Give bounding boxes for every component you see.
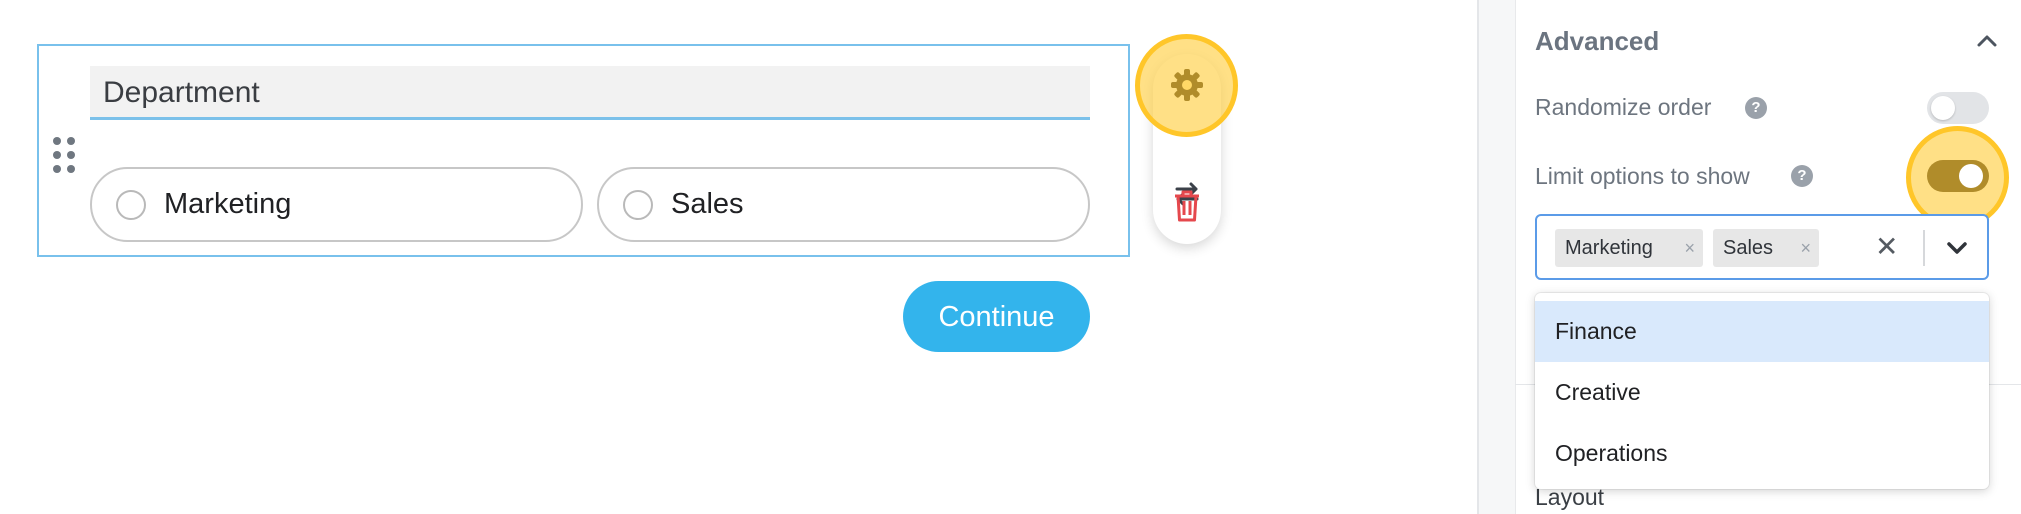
settings-panel: Advanced Randomize order ? Limit options… (1479, 0, 2021, 514)
option-label: Sales (671, 188, 744, 220)
question-title-input[interactable]: Department (90, 66, 1090, 120)
chevron-up-icon[interactable] (1976, 32, 1998, 48)
radio-icon[interactable] (623, 190, 653, 220)
option-sales[interactable]: Sales (597, 167, 1090, 242)
trash-icon (1175, 190, 1199, 222)
option-marketing[interactable]: Marketing (90, 167, 583, 242)
continue-button[interactable]: Continue (903, 281, 1090, 352)
gear-icon (1171, 69, 1203, 101)
form-canvas: Department Marketing Sales Continue (0, 0, 1477, 514)
clear-all-icon[interactable]: ✕ (1875, 230, 1898, 264)
dropdown-item-operations[interactable]: Operations (1535, 423, 1989, 484)
dropdown-item-creative[interactable]: Creative (1535, 362, 1989, 423)
chip-label: Marketing (1565, 237, 1653, 259)
chip-remove-icon[interactable]: × (1800, 229, 1811, 267)
help-icon[interactable]: ? (1745, 97, 1767, 119)
randomize-order-toggle[interactable] (1927, 92, 1989, 124)
randomize-order-label: Randomize order (1535, 94, 1712, 120)
limit-options-label: Limit options to show (1535, 163, 1750, 189)
dropdown-item-finance[interactable]: Finance (1535, 301, 1989, 362)
question-block[interactable]: Department Marketing Sales (37, 44, 1130, 257)
options-dropdown-menu: Finance Creative Operations (1535, 293, 1989, 489)
chip-label: Sales (1723, 237, 1774, 259)
option-label: Marketing (164, 188, 292, 220)
help-icon[interactable]: ? (1791, 165, 1813, 187)
delete-button[interactable] (1153, 182, 1221, 230)
chip-sales: Sales × (1713, 229, 1819, 267)
drag-handle-icon[interactable] (53, 137, 75, 173)
chevron-down-icon[interactable] (1945, 240, 1969, 256)
radio-icon[interactable] (116, 190, 146, 220)
chip-remove-icon[interactable]: × (1684, 229, 1695, 267)
limit-options-toggle[interactable] (1927, 160, 1989, 192)
separator (1923, 230, 1925, 266)
chip-marketing: Marketing × (1555, 229, 1703, 267)
section-title-advanced: Advanced (1535, 26, 1660, 56)
settings-button[interactable] (1170, 68, 1204, 107)
options-multiselect[interactable]: Marketing × Sales × ✕ (1535, 214, 1989, 280)
